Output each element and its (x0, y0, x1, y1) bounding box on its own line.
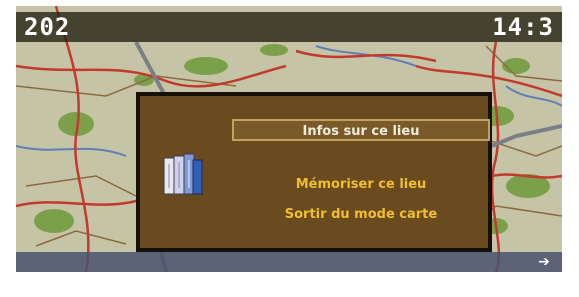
current-road-name (136, 18, 436, 38)
bottom-status-bar: ➔ (16, 252, 562, 272)
menu-item-disabled (232, 146, 490, 168)
map-screen: 202 14:3 Infos sur ce lieu Mémoriser ce … (16, 6, 562, 272)
map-context-menu: Infos sur ce lieu Mémoriser ce lieu Sort… (136, 92, 492, 252)
menu-item-memorize-place[interactable]: Mémoriser ce lieu (232, 174, 490, 196)
right-arrow-icon[interactable]: ➔ (536, 254, 552, 270)
road-number: 202 (24, 13, 71, 41)
top-status-bar: 202 14:3 (16, 12, 562, 42)
clock: 14:3 (492, 13, 554, 41)
menu-item-exit-map-mode[interactable]: Sortir du mode carte (232, 204, 490, 226)
book-icon (163, 153, 203, 195)
menu-item-place-info[interactable]: Infos sur ce lieu (232, 119, 490, 141)
